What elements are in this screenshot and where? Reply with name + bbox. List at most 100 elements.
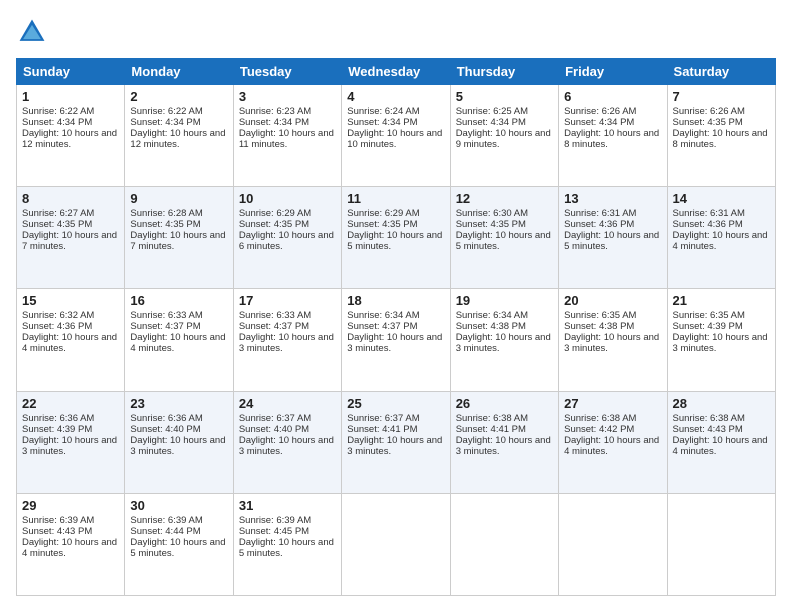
sunset-label: Sunset: 4:35 PM (22, 219, 92, 230)
calendar-cell (342, 493, 450, 595)
calendar-cell (450, 493, 558, 595)
sunrise-label: Sunrise: 6:37 AM (347, 413, 419, 424)
calendar-week-row: 22Sunrise: 6:36 AMSunset: 4:39 PMDayligh… (17, 391, 776, 493)
day-number: 15 (22, 293, 119, 308)
sunrise-label: Sunrise: 6:28 AM (130, 208, 202, 219)
calendar-header-cell: Tuesday (233, 59, 341, 85)
calendar-header-cell: Friday (559, 59, 667, 85)
calendar-header-cell: Thursday (450, 59, 558, 85)
day-number: 22 (22, 396, 119, 411)
daylight-label: Daylight: 10 hours and 10 minutes. (347, 128, 442, 150)
day-number: 21 (673, 293, 770, 308)
day-number: 16 (130, 293, 227, 308)
daylight-label: Daylight: 10 hours and 7 minutes. (22, 230, 117, 252)
sunrise-label: Sunrise: 6:24 AM (347, 106, 419, 117)
sunrise-label: Sunrise: 6:36 AM (22, 413, 94, 424)
day-number: 31 (239, 498, 336, 513)
calendar-cell: 13Sunrise: 6:31 AMSunset: 4:36 PMDayligh… (559, 187, 667, 289)
calendar-cell: 20Sunrise: 6:35 AMSunset: 4:38 PMDayligh… (559, 289, 667, 391)
calendar-table: SundayMondayTuesdayWednesdayThursdayFrid… (16, 58, 776, 596)
calendar-header-row: SundayMondayTuesdayWednesdayThursdayFrid… (17, 59, 776, 85)
calendar-week-row: 29Sunrise: 6:39 AMSunset: 4:43 PMDayligh… (17, 493, 776, 595)
sunrise-label: Sunrise: 6:38 AM (673, 413, 745, 424)
calendar-week-row: 8Sunrise: 6:27 AMSunset: 4:35 PMDaylight… (17, 187, 776, 289)
sunrise-label: Sunrise: 6:39 AM (130, 515, 202, 526)
calendar-header-cell: Wednesday (342, 59, 450, 85)
sunset-label: Sunset: 4:35 PM (239, 219, 309, 230)
day-number: 2 (130, 89, 227, 104)
calendar-cell: 14Sunrise: 6:31 AMSunset: 4:36 PMDayligh… (667, 187, 775, 289)
calendar-cell: 11Sunrise: 6:29 AMSunset: 4:35 PMDayligh… (342, 187, 450, 289)
calendar-cell: 10Sunrise: 6:29 AMSunset: 4:35 PMDayligh… (233, 187, 341, 289)
sunset-label: Sunset: 4:43 PM (22, 526, 92, 537)
calendar-cell: 6Sunrise: 6:26 AMSunset: 4:34 PMDaylight… (559, 85, 667, 187)
sunset-label: Sunset: 4:34 PM (456, 117, 526, 128)
sunrise-label: Sunrise: 6:26 AM (564, 106, 636, 117)
daylight-label: Daylight: 10 hours and 3 minutes. (456, 435, 551, 457)
calendar-cell: 5Sunrise: 6:25 AMSunset: 4:34 PMDaylight… (450, 85, 558, 187)
day-number: 5 (456, 89, 553, 104)
sunset-label: Sunset: 4:35 PM (456, 219, 526, 230)
day-number: 11 (347, 191, 444, 206)
sunset-label: Sunset: 4:37 PM (347, 321, 417, 332)
sunset-label: Sunset: 4:34 PM (22, 117, 92, 128)
sunset-label: Sunset: 4:34 PM (130, 117, 200, 128)
logo-icon (16, 16, 48, 48)
sunrise-label: Sunrise: 6:37 AM (239, 413, 311, 424)
sunset-label: Sunset: 4:41 PM (347, 424, 417, 435)
day-number: 27 (564, 396, 661, 411)
sunrise-label: Sunrise: 6:32 AM (22, 310, 94, 321)
daylight-label: Daylight: 10 hours and 5 minutes. (239, 537, 334, 559)
calendar-cell: 8Sunrise: 6:27 AMSunset: 4:35 PMDaylight… (17, 187, 125, 289)
sunset-label: Sunset: 4:40 PM (239, 424, 309, 435)
day-number: 13 (564, 191, 661, 206)
sunrise-label: Sunrise: 6:26 AM (673, 106, 745, 117)
day-number: 3 (239, 89, 336, 104)
sunset-label: Sunset: 4:42 PM (564, 424, 634, 435)
calendar-body: 1Sunrise: 6:22 AMSunset: 4:34 PMDaylight… (17, 85, 776, 596)
calendar-cell: 23Sunrise: 6:36 AMSunset: 4:40 PMDayligh… (125, 391, 233, 493)
sunrise-label: Sunrise: 6:23 AM (239, 106, 311, 117)
sunset-label: Sunset: 4:39 PM (673, 321, 743, 332)
calendar-cell: 31Sunrise: 6:39 AMSunset: 4:45 PMDayligh… (233, 493, 341, 595)
sunset-label: Sunset: 4:35 PM (130, 219, 200, 230)
calendar-week-row: 15 Sunrise: 6:32 AMSunset: 4:36 PM Dayligh… (17, 289, 776, 391)
header (16, 16, 776, 48)
sunset-label: Sunset: 4:36 PM (673, 219, 743, 230)
calendar-cell: 29Sunrise: 6:39 AMSunset: 4:43 PMDayligh… (17, 493, 125, 595)
sunrise-label: Sunrise: 6:27 AM (22, 208, 94, 219)
sunset-label: Sunset: 4:36 PM (564, 219, 634, 230)
day-number: 29 (22, 498, 119, 513)
day-number: 17 (239, 293, 336, 308)
day-number: 26 (456, 396, 553, 411)
daylight-label: Daylight: 10 hours and 8 minutes. (564, 128, 659, 150)
daylight-label: Daylight: 10 hours and 9 minutes. (456, 128, 551, 150)
page: SundayMondayTuesdayWednesdayThursdayFrid… (0, 0, 792, 612)
sunrise-label: Sunrise: 6:38 AM (564, 413, 636, 424)
calendar-cell: 19Sunrise: 6:34 AMSunset: 4:38 PMDayligh… (450, 289, 558, 391)
sunset-label: Sunset: 4:43 PM (673, 424, 743, 435)
calendar-cell: 26Sunrise: 6:38 AMSunset: 4:41 PMDayligh… (450, 391, 558, 493)
calendar-cell: 1Sunrise: 6:22 AMSunset: 4:34 PMDaylight… (17, 85, 125, 187)
day-number: 9 (130, 191, 227, 206)
daylight-label: Daylight: 10 hours and 3 minutes. (673, 332, 768, 354)
daylight-label: Daylight: 10 hours and 3 minutes. (347, 332, 442, 354)
daylight-label: Daylight: 10 hours and 5 minutes. (130, 537, 225, 559)
daylight-label: Daylight: 10 hours and 4 minutes. (564, 435, 659, 457)
sunset-label: Sunset: 4:36 PM (22, 321, 92, 332)
calendar-cell: 30Sunrise: 6:39 AMSunset: 4:44 PMDayligh… (125, 493, 233, 595)
calendar-cell: 22Sunrise: 6:36 AMSunset: 4:39 PMDayligh… (17, 391, 125, 493)
calendar-cell: 16Sunrise: 6:33 AMSunset: 4:37 PMDayligh… (125, 289, 233, 391)
sunrise-label: Sunrise: 6:39 AM (239, 515, 311, 526)
sunrise-label: Sunrise: 6:29 AM (239, 208, 311, 219)
sunrise-label: Sunrise: 6:39 AM (22, 515, 94, 526)
sunset-label: Sunset: 4:34 PM (564, 117, 634, 128)
calendar-cell: 17Sunrise: 6:33 AMSunset: 4:37 PMDayligh… (233, 289, 341, 391)
sunrise-label: Sunrise: 6:34 AM (347, 310, 419, 321)
sunset-label: Sunset: 4:37 PM (239, 321, 309, 332)
sunset-label: Sunset: 4:38 PM (564, 321, 634, 332)
calendar-cell: 24Sunrise: 6:37 AMSunset: 4:40 PMDayligh… (233, 391, 341, 493)
daylight-label: Daylight: 10 hours and 4 minutes. (673, 230, 768, 252)
daylight-label: Daylight: 10 hours and 6 minutes. (239, 230, 334, 252)
daylight-label: Daylight: 10 hours and 3 minutes. (456, 332, 551, 354)
